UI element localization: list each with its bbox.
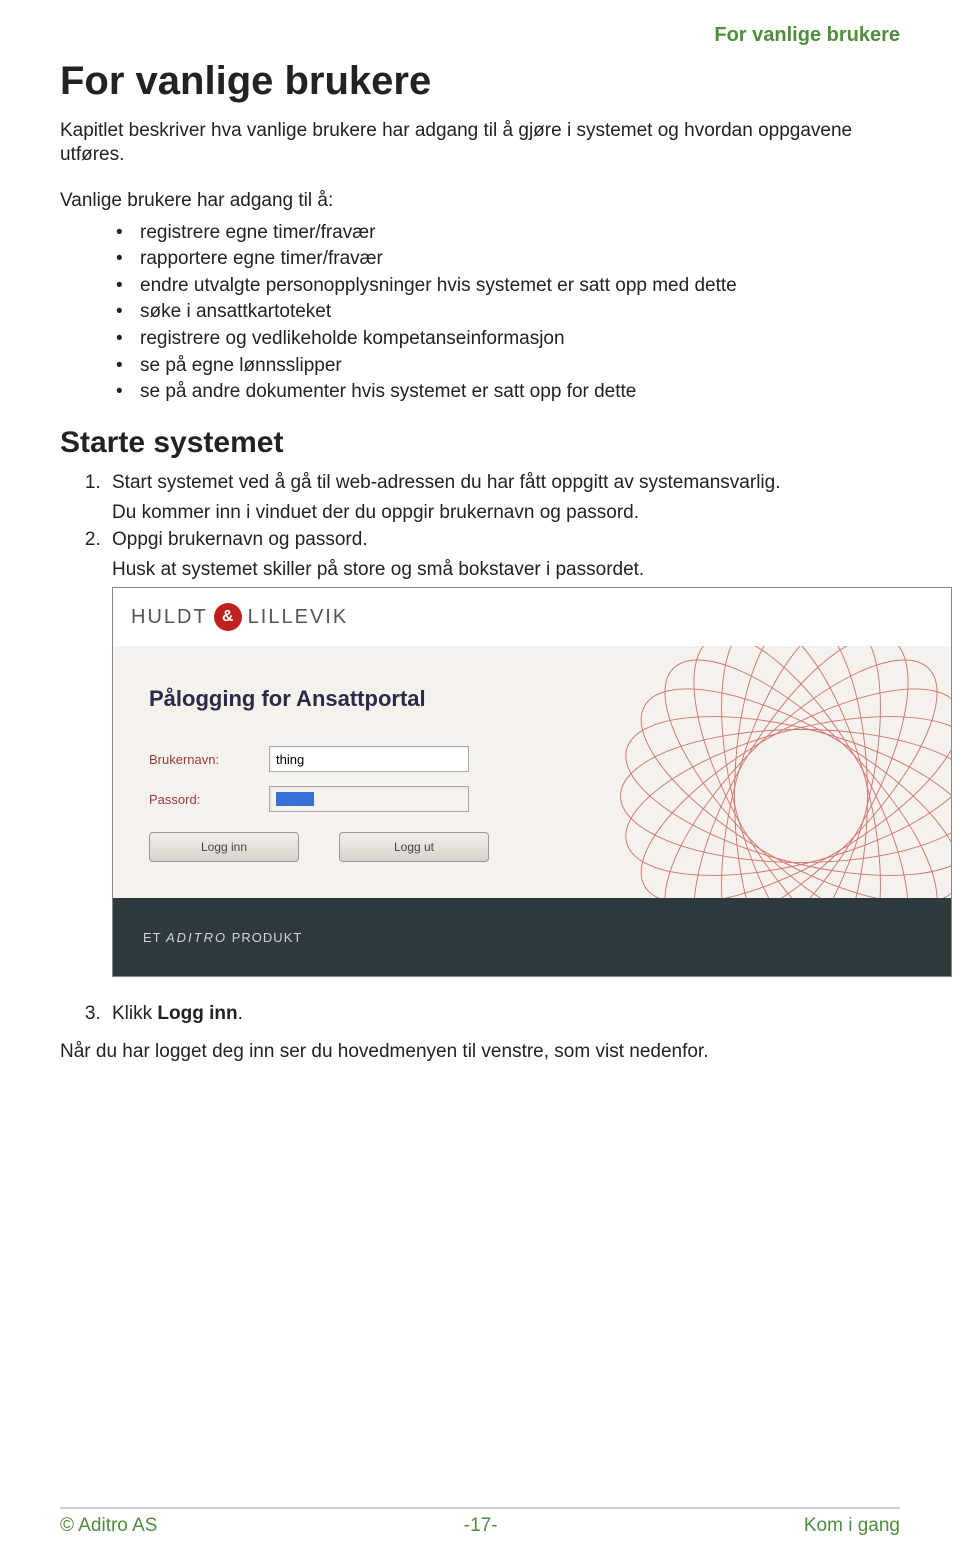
list-item: se på andre dokumenter hvis systemet er … [116, 379, 900, 406]
page-footer: © Aditro AS -17- Kom i gang [60, 1507, 900, 1537]
list-item: rapportere egne timer/fravær [116, 246, 900, 273]
login-footer: ET ADITRO PRODUKT [113, 898, 951, 976]
list-item: registrere egne timer/fravær [116, 220, 900, 247]
step-3-bold: Logg inn [157, 1003, 237, 1024]
username-input[interactable] [269, 746, 469, 772]
footer-right: Kom i gang [804, 1515, 900, 1537]
list-item: søke i ansattkartoteket [116, 299, 900, 326]
ampersand-icon: & [214, 603, 242, 631]
footer-page-number: -17- [464, 1515, 498, 1537]
page-title: For vanlige brukere [60, 59, 900, 103]
login-screenshot: HULDT & LILLEVIK [112, 587, 952, 977]
running-header: For vanlige brukere [60, 24, 900, 47]
username-label: Brukernavn: [149, 752, 269, 767]
bullet-lead-in: Vanlige brukere har adgang til å: [60, 190, 900, 212]
section-heading-start: Starte systemet [60, 426, 900, 460]
login-body: Pålogging for Ansattportal Brukernavn: P… [113, 646, 951, 898]
step-2-cont: Husk at systemet skiller på store og små… [60, 557, 900, 583]
step-list: Klikk Logg inn. [60, 1001, 900, 1027]
step-3-post: . [238, 1003, 243, 1024]
login-brand-bar: HULDT & LILLEVIK [113, 588, 951, 646]
list-item: registrere og vedlikeholde kompetanseinf… [116, 326, 900, 353]
list-item: endre utvalgte personopplysninger hvis s… [116, 273, 900, 300]
login-button[interactable]: Logg inn [149, 832, 299, 862]
password-input[interactable] [269, 786, 469, 812]
footer-pre: ET [143, 930, 166, 945]
password-label: Passord: [149, 792, 269, 807]
footer-left: © Aditro AS [60, 1515, 157, 1537]
access-bullet-list: registrere egne timer/fravær rapportere … [60, 220, 900, 406]
step-list: Oppgi brukernavn og passord. [60, 527, 900, 553]
step-list: Start systemet ved å gå til web-adressen… [60, 470, 900, 496]
final-paragraph: Når du har logget deg inn ser du hovedme… [60, 1039, 900, 1065]
list-item: se på egne lønnsslipper [116, 353, 900, 380]
brand-text-left: HULDT [131, 606, 208, 629]
footer-rule [60, 1507, 900, 1509]
step-3: Klikk Logg inn. [106, 1001, 900, 1027]
step-2: Oppgi brukernavn og passord. [106, 527, 900, 553]
brand-text-right: LILLEVIK [248, 606, 349, 629]
intro-paragraph: Kapitlet beskriver hva vanlige brukere h… [60, 119, 900, 168]
footer-post: PRODUKT [232, 930, 303, 945]
login-heading: Pålogging for Ansattportal [149, 686, 921, 712]
step-3-pre: Klikk [112, 1003, 157, 1024]
step-1: Start systemet ved å gå til web-adressen… [106, 470, 900, 496]
step-1-cont: Du kommer inn i vinduet der du oppgir br… [60, 500, 900, 526]
footer-brand: ADITRO [166, 930, 227, 945]
logout-button[interactable]: Logg ut [339, 832, 489, 862]
